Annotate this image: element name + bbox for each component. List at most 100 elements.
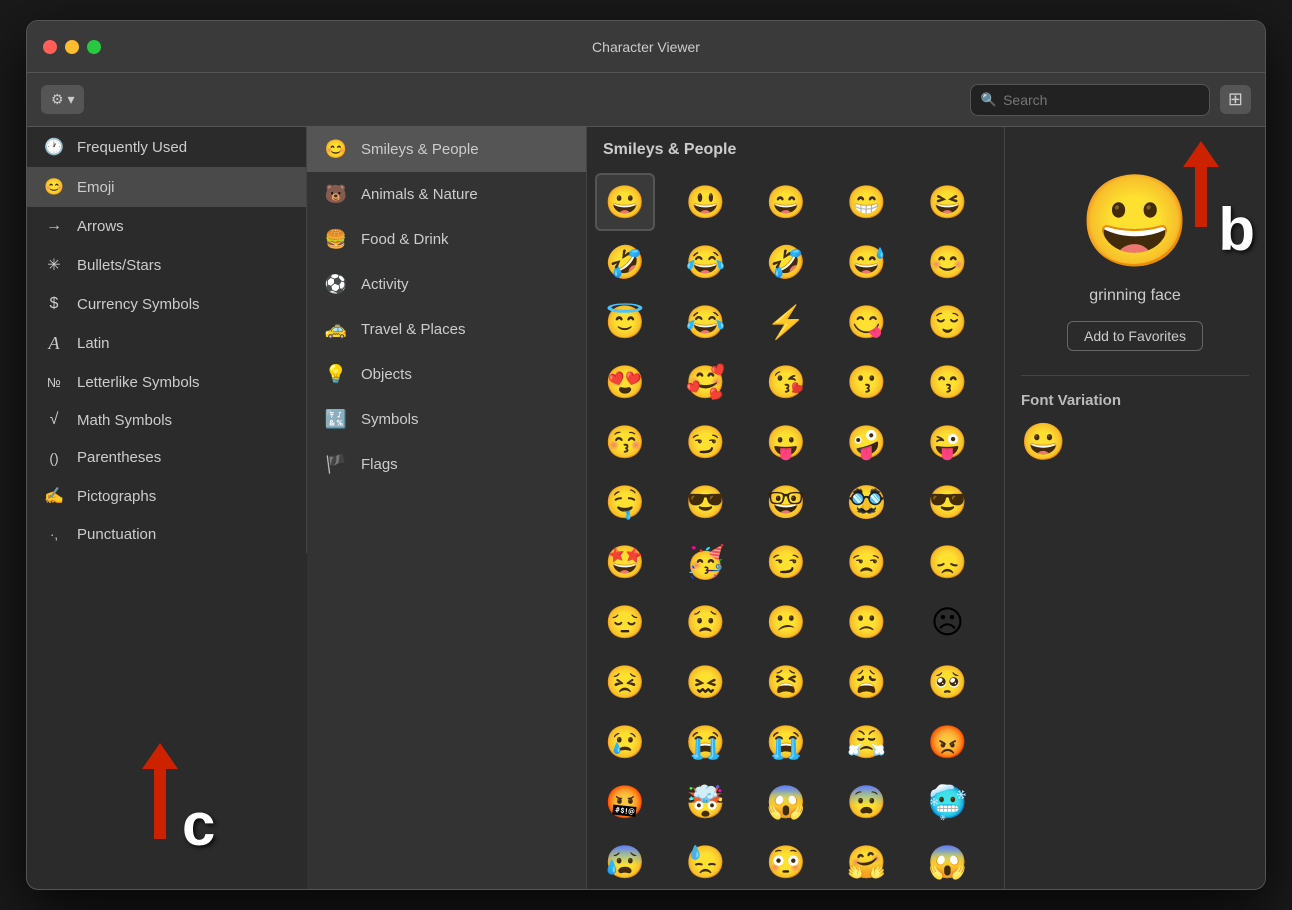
- category-travel-places[interactable]: 🚕 Travel & Places: [307, 307, 586, 352]
- emoji-cell[interactable]: 🥸: [837, 473, 897, 531]
- emoji-cell[interactable]: 😨: [837, 773, 897, 831]
- emoji-cell[interactable]: 😡: [917, 713, 977, 771]
- emoji-cell[interactable]: 😅: [837, 233, 897, 291]
- category-animals-nature[interactable]: 🐻 Animals & Nature: [307, 172, 586, 217]
- emoji-cell[interactable]: 😘: [756, 353, 816, 411]
- window-title: Character Viewer: [592, 39, 700, 55]
- toolbar: ⚙ ▾ 🔍 ⊞: [27, 73, 1265, 127]
- emoji-cell[interactable]: ⚡: [756, 293, 816, 351]
- emoji-cell[interactable]: 😆: [917, 173, 977, 231]
- emoji-cell[interactable]: 😤: [837, 713, 897, 771]
- emoji-cell[interactable]: 😣: [595, 653, 655, 711]
- animals-icon: 🐻: [323, 184, 349, 205]
- add-to-favorites-button[interactable]: Add to Favorites: [1067, 321, 1203, 351]
- sidebar-item-arrows[interactable]: → Arrows: [27, 207, 306, 245]
- category-label-travel: Travel & Places: [361, 321, 465, 338]
- emoji-cell[interactable]: 😊: [917, 233, 977, 291]
- close-button[interactable]: [43, 40, 57, 54]
- search-input[interactable]: [1003, 92, 1199, 108]
- emoji-cell[interactable]: 🤬: [595, 773, 655, 831]
- emoji-cell[interactable]: 😔: [595, 593, 655, 651]
- emoji-cell[interactable]: 😎: [676, 473, 736, 531]
- emoji-cell[interactable]: 😱: [756, 773, 816, 831]
- sidebar-item-currency-symbols[interactable]: $ Currency Symbols: [27, 285, 306, 323]
- emoji-cell[interactable]: 🙁: [837, 593, 897, 651]
- emoji-cell[interactable]: 🤣: [595, 233, 655, 291]
- emoji-cell[interactable]: 😙: [917, 353, 977, 411]
- sidebar-item-parentheses[interactable]: () Parentheses: [27, 439, 306, 476]
- sidebar-item-latin[interactable]: A Latin: [27, 323, 306, 364]
- emoji-cell[interactable]: 😟: [676, 593, 736, 651]
- emoji-cell[interactable]: 😖: [676, 653, 736, 711]
- emoji-cell[interactable]: 😂: [676, 293, 736, 351]
- emoji-cell[interactable]: 😀: [595, 173, 655, 231]
- emoji-cell[interactable]: 🤣: [756, 233, 816, 291]
- emoji-icon: 😊: [43, 177, 65, 197]
- latin-icon: A: [43, 333, 65, 354]
- emoji-cell[interactable]: 😰: [595, 833, 655, 889]
- category-flags[interactable]: 🏴 Flags: [307, 442, 586, 487]
- sidebar-item-letterlike[interactable]: № Letterlike Symbols: [27, 364, 306, 401]
- emoji-cell[interactable]: 😁: [837, 173, 897, 231]
- category-food-drink[interactable]: 🍔 Food & Drink: [307, 217, 586, 262]
- emoji-cell[interactable]: 😳: [756, 833, 816, 889]
- minimize-button[interactable]: [65, 40, 79, 54]
- emoji-cell[interactable]: 🤓: [756, 473, 816, 531]
- emoji-cell[interactable]: 😗: [837, 353, 897, 411]
- emoji-cell[interactable]: 🤩: [595, 533, 655, 591]
- emoji-cell[interactable]: 😱: [917, 833, 977, 889]
- grid-view-button[interactable]: ⊞: [1220, 85, 1251, 114]
- emoji-cell[interactable]: 😒: [837, 533, 897, 591]
- emoji-cell[interactable]: 😚: [595, 413, 655, 471]
- emoji-cell[interactable]: 🤗: [837, 833, 897, 889]
- sidebar-item-frequently-used[interactable]: 🕐 Frequently Used: [27, 127, 306, 167]
- emoji-cell[interactable]: 🥶: [917, 773, 977, 831]
- sidebar-item-emoji[interactable]: 😊 Emoji: [27, 167, 306, 207]
- emoji-cell[interactable]: 😏: [676, 413, 736, 471]
- category-activity[interactable]: ⚽ Activity: [307, 262, 586, 307]
- emoji-cell[interactable]: 😫: [756, 653, 816, 711]
- emoji-cell[interactable]: 😭: [676, 713, 736, 771]
- emoji-cell[interactable]: 😄: [756, 173, 816, 231]
- emoji-cell[interactable]: 😭: [756, 713, 816, 771]
- emoji-cell[interactable]: 🤤: [595, 473, 655, 531]
- sidebar-item-pictographs[interactable]: ✍ Pictographs: [27, 476, 306, 516]
- emoji-cell[interactable]: 😃: [676, 173, 736, 231]
- emoji-cell[interactable]: 😜: [917, 413, 977, 471]
- sidebar-item-bullets-stars[interactable]: ✳ Bullets/Stars: [27, 245, 306, 285]
- emoji-cell[interactable]: 🤯: [676, 773, 736, 831]
- emoji-cell[interactable]: 😌: [917, 293, 977, 351]
- maximize-button[interactable]: [87, 40, 101, 54]
- emoji-cell[interactable]: 🥺: [917, 653, 977, 711]
- flags-icon: 🏴: [323, 454, 349, 475]
- emoji-cell[interactable]: 😋: [837, 293, 897, 351]
- emoji-cell[interactable]: 😕: [756, 593, 816, 651]
- category-symbols[interactable]: 🔣 Symbols: [307, 397, 586, 442]
- emoji-cell[interactable]: 😎: [917, 473, 977, 531]
- clock-icon: 🕐: [43, 137, 65, 157]
- emoji-cell[interactable]: 😩: [837, 653, 897, 711]
- traffic-lights: [43, 40, 101, 54]
- emoji-cell[interactable]: 😢: [595, 713, 655, 771]
- emoji-cell[interactable]: 🤪: [837, 413, 897, 471]
- arrow-shaft-c: [154, 769, 166, 839]
- emoji-cell[interactable]: 😍: [595, 353, 655, 411]
- sidebar-item-math-symbols[interactable]: √ Math Symbols: [27, 401, 306, 439]
- emoji-cell[interactable]: 😂: [676, 233, 736, 291]
- emoji-cell[interactable]: 😞: [917, 533, 977, 591]
- sidebar-item-punctuation[interactable]: ·, Punctuation: [27, 516, 306, 553]
- currency-icon: $: [43, 295, 65, 313]
- emoji-cell[interactable]: 😛: [756, 413, 816, 471]
- font-variation-emojis: 😀: [1021, 421, 1249, 463]
- category-objects[interactable]: 💡 Objects: [307, 352, 586, 397]
- emoji-cell[interactable]: ☹: [917, 593, 977, 651]
- category-smileys-people[interactable]: 😊 Smileys & People: [307, 127, 586, 172]
- font-variation-emoji[interactable]: 😀: [1021, 421, 1066, 463]
- emoji-cell[interactable]: 🥰: [676, 353, 736, 411]
- emoji-cell[interactable]: 😏: [756, 533, 816, 591]
- settings-button[interactable]: ⚙ ▾: [41, 85, 84, 114]
- emoji-cell[interactable]: 😓: [676, 833, 736, 889]
- emoji-cell[interactable]: 🥳: [676, 533, 736, 591]
- emoji-cell[interactable]: 😇: [595, 293, 655, 351]
- annotation-arrow-b: [1183, 141, 1219, 227]
